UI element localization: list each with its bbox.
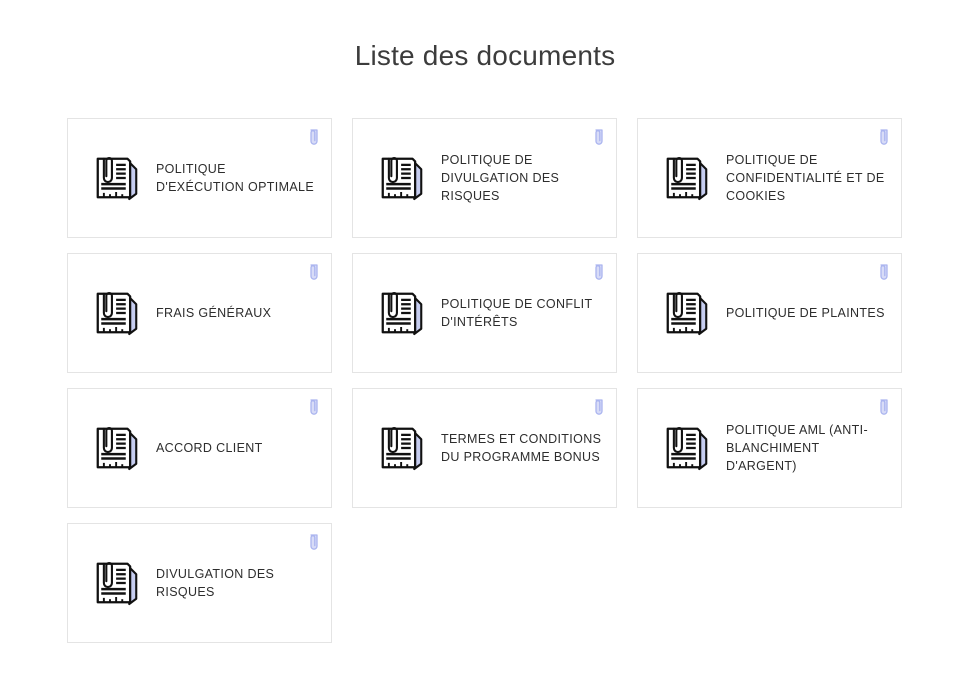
document-paperclip-icon	[86, 417, 148, 479]
paperclip-icon[interactable]	[308, 533, 320, 551]
documents-page: Liste des documents POLITIQUE D'EXÉCUTIO…	[0, 0, 980, 673]
document-card[interactable]: POLITIQUE DE CONFIDENTIALITÉ ET DE COOKI…	[637, 118, 902, 238]
paperclip-icon[interactable]	[593, 398, 605, 416]
documents-grid: POLITIQUE D'EXÉCUTION OPTIMALE POLITIQUE…	[67, 118, 902, 643]
paperclip-icon[interactable]	[308, 128, 320, 146]
grid-empty-slot	[352, 523, 617, 643]
document-card[interactable]: DIVULGATION DES RISQUES	[67, 523, 332, 643]
document-label: POLITIQUE DE PLAINTES	[726, 306, 885, 320]
document-label: POLITIQUE DE DIVULGATION DES RISQUES	[441, 153, 560, 203]
document-card[interactable]: POLITIQUE DE PLAINTES	[637, 253, 902, 373]
document-label: POLITIQUE DE CONFIDENTIALITÉ ET DE COOKI…	[726, 153, 885, 203]
document-card[interactable]: POLITIQUE AML (ANTI-BLANCHIMENT D'ARGENT…	[637, 388, 902, 508]
document-card[interactable]: ACCORD CLIENT	[67, 388, 332, 508]
document-paperclip-icon	[656, 282, 718, 344]
document-paperclip-icon	[371, 282, 433, 344]
paperclip-icon[interactable]	[878, 128, 890, 146]
paperclip-icon[interactable]	[878, 398, 890, 416]
document-paperclip-icon	[656, 147, 718, 209]
document-paperclip-icon	[656, 417, 718, 479]
document-label: FRAIS GÉNÉRAUX	[156, 306, 272, 320]
paperclip-icon[interactable]	[878, 263, 890, 281]
document-card[interactable]: FRAIS GÉNÉRAUX	[67, 253, 332, 373]
document-label: POLITIQUE D'EXÉCUTION OPTIMALE	[156, 162, 315, 194]
document-label: POLITIQUE AML (ANTI-BLANCHIMENT D'ARGENT…	[726, 423, 868, 473]
page-title: Liste des documents	[354, 40, 616, 71]
paperclip-icon[interactable]	[593, 128, 605, 146]
document-card[interactable]: POLITIQUE DE CONFLIT D'INTÉRÊTS	[352, 253, 617, 373]
document-label: TERMES ET CONDITIONS DU PROGRAMME BONUS	[441, 432, 602, 464]
grid-empty-slot	[637, 523, 902, 643]
document-paperclip-icon	[86, 147, 148, 209]
document-label: ACCORD CLIENT	[156, 441, 263, 455]
document-paperclip-icon	[371, 417, 433, 479]
document-paperclip-icon	[86, 552, 148, 614]
document-card[interactable]: POLITIQUE D'EXÉCUTION OPTIMALE	[67, 118, 332, 238]
document-card[interactable]: TERMES ET CONDITIONS DU PROGRAMME BONUS	[352, 388, 617, 508]
document-label: POLITIQUE DE CONFLIT D'INTÉRÊTS	[441, 297, 593, 329]
document-paperclip-icon	[86, 282, 148, 344]
document-paperclip-icon	[371, 147, 433, 209]
document-label: DIVULGATION DES RISQUES	[156, 567, 275, 599]
document-card[interactable]: POLITIQUE DE DIVULGATION DES RISQUES	[352, 118, 617, 238]
paperclip-icon[interactable]	[308, 398, 320, 416]
paperclip-icon[interactable]	[308, 263, 320, 281]
paperclip-icon[interactable]	[593, 263, 605, 281]
